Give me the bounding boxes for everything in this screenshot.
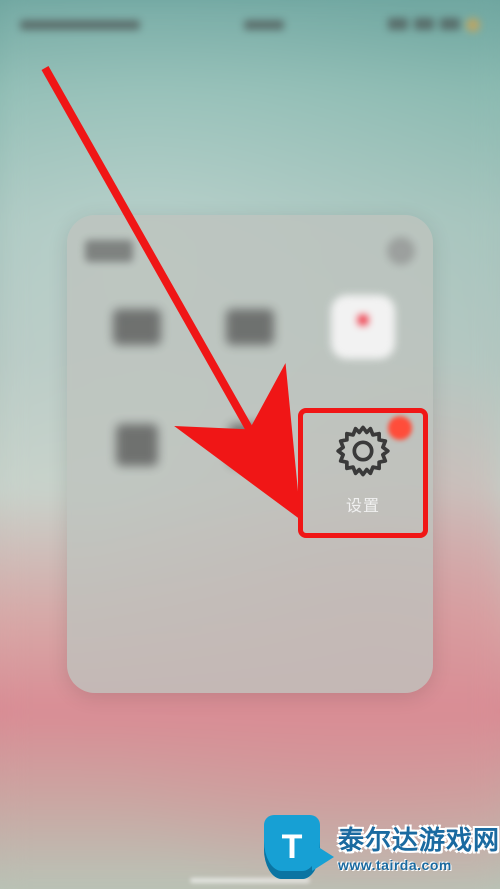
phone-screen: 设置 T 泰尔达游戏网 www.tairda.com — [0, 0, 500, 889]
status-icons — [388, 18, 480, 32]
folder-title — [85, 240, 133, 262]
app-2-icon — [218, 295, 282, 359]
watermark-site-name: 泰尔达游戏网 — [338, 820, 500, 857]
settings-label: 设置 — [346, 492, 380, 516]
gear-icon — [332, 420, 394, 482]
status-time — [244, 20, 284, 30]
status-carrier — [20, 20, 140, 30]
notification-badge — [388, 416, 412, 440]
watermark-badge: T — [254, 809, 344, 889]
settings-app[interactable]: 设置 — [310, 420, 416, 516]
app-1-icon — [105, 295, 169, 359]
app-3-icon — [331, 295, 395, 359]
status-bar — [0, 10, 500, 40]
app-5-icon — [218, 413, 282, 477]
folder-app-3[interactable] — [313, 295, 413, 385]
folder-app-1[interactable] — [87, 295, 187, 385]
watermark-site-url: www.tairda.com — [338, 857, 500, 873]
folder-app-4[interactable] — [87, 413, 187, 503]
app-4-icon — [105, 413, 169, 477]
watermark: T 泰尔达游戏网 www.tairda.com — [254, 809, 500, 889]
folder-menu-button[interactable] — [387, 237, 415, 265]
folder-app-2[interactable] — [200, 295, 300, 385]
watermark-letter: T — [282, 828, 303, 867]
folder-header — [85, 237, 415, 265]
folder-app-5[interactable] — [200, 413, 300, 503]
